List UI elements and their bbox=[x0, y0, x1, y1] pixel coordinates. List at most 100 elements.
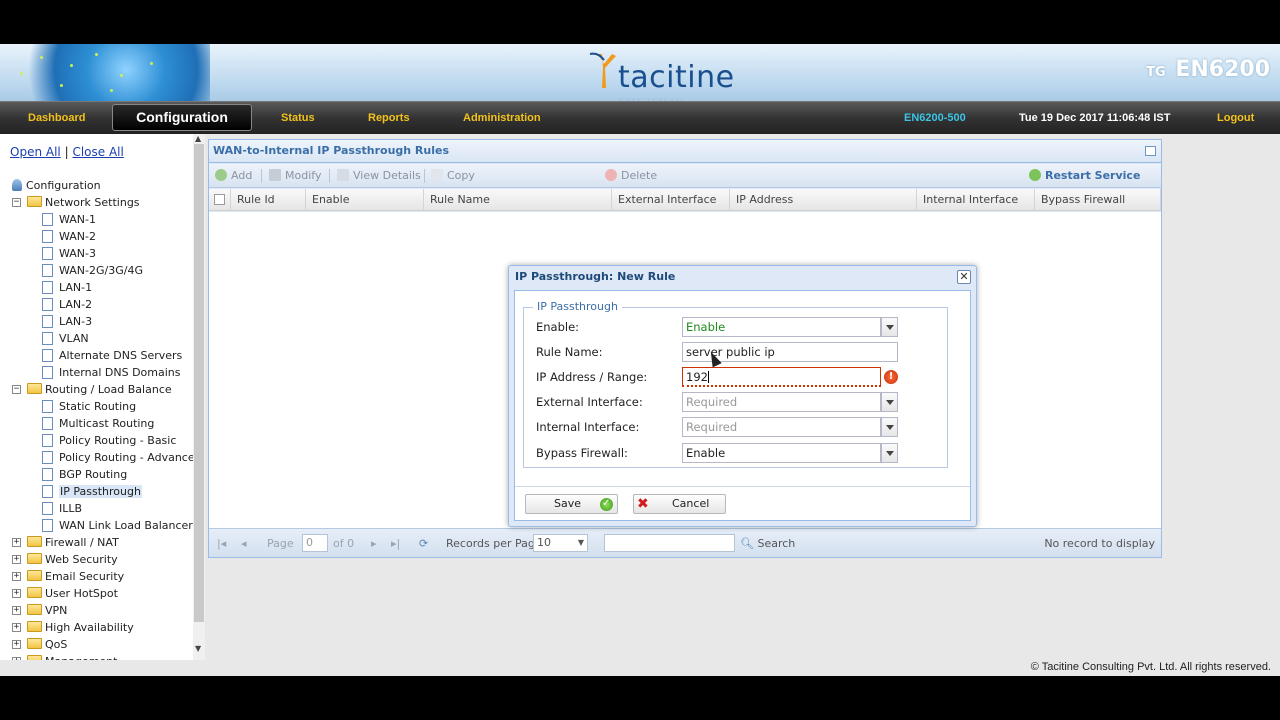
select-all-checkbox[interactable] bbox=[209, 189, 231, 211]
collapse-panel-icon[interactable] bbox=[1145, 146, 1156, 156]
copy-button[interactable]: Copy bbox=[431, 169, 475, 182]
page-icon bbox=[42, 230, 53, 243]
tree-item-vlan[interactable]: VLAN bbox=[42, 330, 89, 347]
collapse-icon[interactable]: − bbox=[12, 385, 21, 394]
next-page-icon[interactable]: ▸ bbox=[371, 537, 377, 550]
tree-item-illb[interactable]: ILLB bbox=[42, 500, 82, 517]
tree-item-lan-3[interactable]: LAN-3 bbox=[42, 313, 92, 330]
prev-page-icon[interactable]: ◂ bbox=[241, 537, 247, 550]
last-page-icon[interactable]: ▸| bbox=[391, 537, 400, 550]
tree-group-user-hotspot[interactable]: + User HotSpot bbox=[12, 585, 118, 602]
search-input[interactable] bbox=[604, 534, 735, 552]
expand-icon[interactable]: + bbox=[12, 589, 21, 598]
expand-icon[interactable]: + bbox=[12, 572, 21, 581]
expand-icon[interactable]: + bbox=[12, 606, 21, 615]
fieldset-legend: IP Passthrough bbox=[533, 300, 622, 313]
page-icon bbox=[42, 332, 53, 345]
expand-icon[interactable]: + bbox=[12, 623, 21, 632]
bypass-firewall-dropdown-icon[interactable] bbox=[881, 443, 898, 463]
tree-item-wan-2[interactable]: WAN-2 bbox=[42, 228, 96, 245]
nav-logout[interactable]: Logout bbox=[1217, 112, 1254, 124]
col-bypass-firewall[interactable]: Bypass Firewall bbox=[1035, 189, 1161, 211]
config-node-icon bbox=[12, 179, 22, 191]
internal-interface-select[interactable]: Required bbox=[682, 417, 881, 437]
save-button[interactable]: Save bbox=[525, 494, 618, 514]
page-icon bbox=[42, 349, 53, 362]
page-icon bbox=[42, 485, 53, 498]
close-icon[interactable]: ✕ bbox=[957, 270, 971, 284]
enable-dropdown-icon[interactable] bbox=[881, 317, 898, 337]
close-all-link[interactable]: Close All bbox=[72, 145, 123, 159]
col-ip-address[interactable]: IP Address bbox=[730, 189, 917, 211]
collapse-icon[interactable]: − bbox=[12, 198, 21, 207]
internal-interface-row: Internal Interface: Required bbox=[536, 417, 940, 437]
page-number-input[interactable]: 0 bbox=[302, 534, 328, 552]
external-interface-select[interactable]: Required bbox=[682, 392, 881, 412]
tree-item-policy-basic[interactable]: Policy Routing - Basic bbox=[42, 432, 176, 449]
delete-button[interactable]: Delete bbox=[605, 169, 657, 182]
tree-group-network-settings[interactable]: − Network Settings bbox=[12, 194, 140, 211]
tree-item-wan-1[interactable]: WAN-1 bbox=[42, 211, 96, 228]
copy-icon bbox=[431, 169, 443, 181]
nav-status[interactable]: Status bbox=[281, 112, 315, 124]
tree-item-wan-3[interactable]: WAN-3 bbox=[42, 245, 96, 262]
tree-item-internal-dns[interactable]: Internal DNS Domains bbox=[42, 364, 180, 381]
nav-configuration[interactable]: Configuration bbox=[112, 104, 252, 131]
tree-item-policy-advanced[interactable]: Policy Routing - Advanced bbox=[42, 449, 202, 466]
scroll-thumb[interactable] bbox=[194, 144, 204, 622]
tree-item-wan-cellular[interactable]: WAN-2G/3G/4G bbox=[42, 262, 143, 279]
ip-range-input[interactable]: 192 bbox=[682, 367, 881, 387]
tree-item-bgp[interactable]: BGP Routing bbox=[42, 466, 127, 483]
tree-item-ip-passthrough[interactable]: IP Passthrough bbox=[42, 483, 142, 500]
internal-interface-dropdown-icon[interactable] bbox=[881, 417, 898, 437]
restart-service-button[interactable]: Restart Service bbox=[1029, 169, 1140, 182]
tree-item-static-routing[interactable]: Static Routing bbox=[42, 398, 136, 415]
expand-icon[interactable]: + bbox=[12, 555, 21, 564]
tree-group-vpn[interactable]: + VPN bbox=[12, 602, 67, 619]
folder-icon bbox=[27, 604, 42, 615]
enable-select[interactable]: Enable bbox=[682, 317, 881, 337]
scroll-down-icon[interactable]: ▼ bbox=[195, 644, 201, 653]
tree-group-qos[interactable]: + QoS bbox=[12, 636, 67, 653]
date-time: Tue 19 Dec 2017 11:06:48 IST bbox=[1019, 112, 1171, 124]
expand-icon[interactable]: + bbox=[12, 538, 21, 547]
tree-item-lan-1[interactable]: LAN-1 bbox=[42, 279, 92, 296]
page-icon bbox=[42, 315, 53, 328]
col-enable[interactable]: Enable bbox=[306, 189, 424, 211]
tree-root[interactable]: Configuration bbox=[12, 177, 101, 194]
add-icon bbox=[215, 169, 227, 181]
tree-group-email-security[interactable]: + Email Security bbox=[12, 568, 124, 585]
refresh-icon[interactable]: ⟳ bbox=[419, 537, 428, 550]
cancel-button[interactable]: ✖ Cancel bbox=[633, 494, 726, 514]
col-rule-id[interactable]: Rule Id bbox=[231, 189, 306, 211]
sidebar-scrollbar[interactable]: ▲ ▼ bbox=[193, 134, 205, 662]
tree-item-multicast[interactable]: Multicast Routing bbox=[42, 415, 154, 432]
expand-icon[interactable]: + bbox=[12, 640, 21, 649]
search-button[interactable]: 🔍︎ Search bbox=[740, 537, 795, 550]
col-rule-name[interactable]: Rule Name bbox=[424, 189, 612, 211]
col-internal-interface[interactable]: Internal Interface bbox=[917, 189, 1035, 211]
col-external-interface[interactable]: External Interface bbox=[612, 189, 730, 211]
nav-dashboard[interactable]: Dashboard bbox=[28, 112, 85, 124]
nav-administration[interactable]: Administration bbox=[463, 112, 541, 124]
dialog-button-bar: Save ✖ Cancel bbox=[515, 486, 970, 520]
bypass-firewall-select[interactable]: Enable bbox=[682, 443, 881, 463]
first-page-icon[interactable]: |◂ bbox=[217, 537, 226, 550]
nav-reports[interactable]: Reports bbox=[368, 112, 410, 124]
view-details-button[interactable]: View Details bbox=[337, 169, 421, 182]
open-all-link[interactable]: Open All bbox=[10, 145, 61, 159]
chevron-down-icon: ▼ bbox=[577, 538, 584, 547]
tree-item-lan-2[interactable]: LAN-2 bbox=[42, 296, 92, 313]
scroll-up-icon[interactable]: ▲ bbox=[195, 134, 201, 143]
external-interface-dropdown-icon[interactable] bbox=[881, 392, 898, 412]
tree-group-ha[interactable]: + High Availability bbox=[12, 619, 134, 636]
tree-item-wan-llb[interactable]: WAN Link Load Balancer bbox=[42, 517, 193, 534]
tree-group-firewall[interactable]: + Firewall / NAT bbox=[12, 534, 119, 551]
records-per-page-select[interactable]: 10 ▼ bbox=[533, 534, 588, 552]
tree-group-web-security[interactable]: + Web Security bbox=[12, 551, 118, 568]
modify-button[interactable]: Modify bbox=[269, 169, 321, 182]
tree-item-alt-dns[interactable]: Alternate DNS Servers bbox=[42, 347, 182, 364]
tree-group-routing[interactable]: − Routing / Load Balance bbox=[12, 381, 172, 398]
bypass-firewall-label: Bypass Firewall: bbox=[536, 446, 628, 460]
add-button[interactable]: Add bbox=[215, 169, 252, 182]
